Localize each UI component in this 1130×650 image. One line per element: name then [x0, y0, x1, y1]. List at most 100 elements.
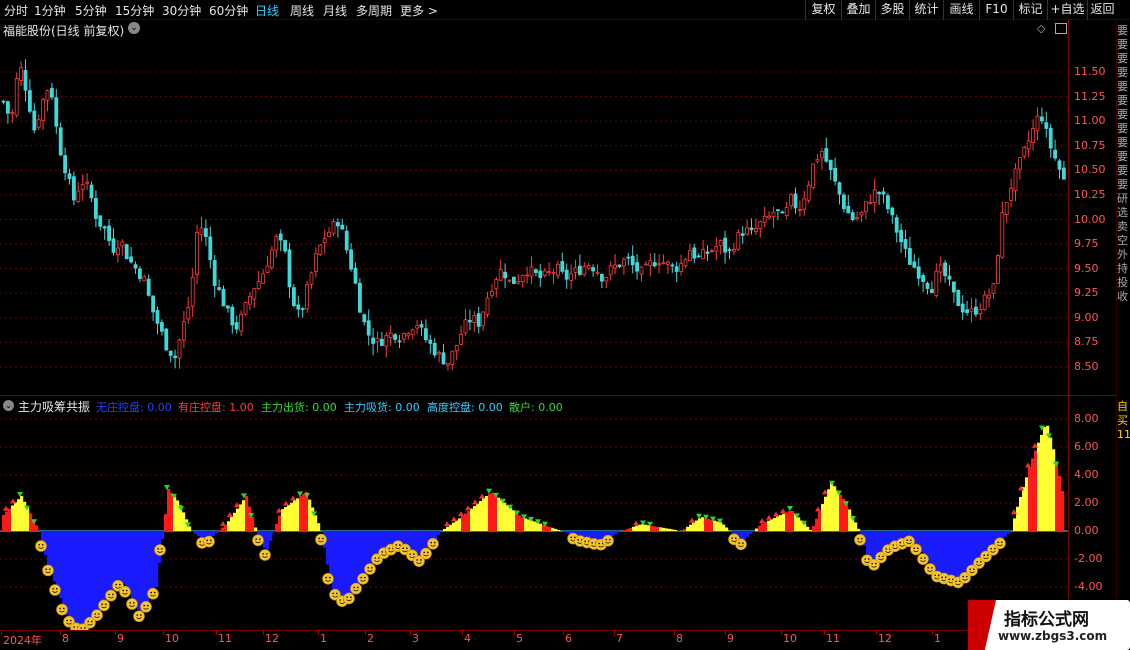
indicator-chart[interactable] [0, 412, 1068, 630]
price-tick-label: 9.75 [1074, 237, 1099, 251]
smiley-eye [318, 537, 321, 540]
control-bar [701, 517, 705, 531]
candle-body [1035, 115, 1040, 132]
period-tab-30min[interactable]: 30分钟 [162, 2, 201, 19]
smiley-eye [584, 540, 586, 543]
candle-body [322, 238, 327, 244]
control-bar [764, 522, 768, 531]
candle-body [173, 355, 178, 359]
absorb-bar [62, 531, 66, 607]
candle-body [1031, 128, 1035, 143]
back-button[interactable]: 返回 [1087, 0, 1117, 20]
candle-body [1018, 157, 1022, 170]
control-bar [545, 525, 549, 531]
smiley-eye [101, 603, 103, 605]
period-tab-multi[interactable]: 多周期 [356, 2, 392, 19]
smiley-eye [917, 547, 919, 549]
period-tab-monthly[interactable]: 月线 [323, 2, 347, 19]
control-bar [1025, 477, 1029, 531]
chevron-down-icon[interactable]: ⌄ [128, 22, 140, 34]
control-bar [17, 499, 21, 531]
candle-body [762, 215, 767, 223]
candle-body [758, 221, 763, 229]
candle-body [265, 265, 270, 273]
candle-body [111, 238, 116, 253]
control-bar [182, 512, 186, 531]
candle-body [335, 222, 340, 227]
control-bar [689, 524, 693, 531]
smiley-eye [962, 575, 964, 578]
period-tab-60min[interactable]: 60分钟 [209, 2, 248, 19]
candle-body [960, 303, 965, 313]
candle-body [428, 339, 433, 344]
date-tick-label: 10 [165, 632, 179, 645]
date-tick-label: 3 [412, 632, 419, 645]
period-tab-more[interactable]: 更多 > [400, 2, 438, 19]
candle-body [938, 264, 943, 273]
period-tab-weekly[interactable]: 周线 [290, 2, 314, 19]
period-tab-15min[interactable]: 15分钟 [115, 2, 154, 19]
candle-body [991, 283, 996, 294]
smiley-eye [157, 548, 159, 550]
date-tick-label: 11 [218, 632, 232, 645]
period-tab-1min[interactable]: 1分钟 [34, 2, 66, 19]
smiley-icon [126, 598, 138, 610]
candle-body [98, 215, 103, 227]
candle-body [573, 267, 578, 273]
control-bar [650, 525, 654, 531]
smiley-eye [350, 596, 352, 598]
control-bar [236, 508, 240, 531]
candle-body [534, 269, 538, 273]
control-bar [245, 496, 249, 531]
period-tab-daily[interactable]: 日线 [255, 2, 279, 19]
smiley-eye [70, 619, 72, 622]
control-bar [692, 522, 696, 531]
absorb-bar [266, 531, 270, 550]
diamond-icon[interactable]: ◇ [1037, 22, 1045, 35]
smiley-eye [402, 547, 405, 549]
smiley-icon [350, 582, 362, 595]
control-bar [782, 513, 786, 531]
date-tick-label: 5 [516, 632, 523, 645]
smiley-eye [927, 567, 929, 569]
multi-stock-button[interactable]: 多股 [875, 0, 909, 20]
period-tab-5min[interactable]: 5分钟 [75, 2, 107, 19]
control-bar [668, 528, 672, 531]
smiley-eye [861, 537, 863, 540]
adjust-button[interactable]: 复权 [805, 0, 841, 20]
side-info-panel[interactable]: 要要要要要要要要要要要要研选卖空外持投收 [1117, 24, 1130, 394]
candlestick-chart[interactable] [0, 38, 1068, 395]
candle-body [1057, 160, 1062, 170]
overlay-button[interactable]: 叠加 [841, 0, 875, 20]
control-bar [1022, 487, 1026, 531]
period-tab-intraday[interactable]: 分时 [4, 2, 28, 19]
chevron-down-icon[interactable]: ⌄ [3, 400, 14, 411]
control-bar [458, 518, 462, 531]
control-bar [230, 517, 234, 531]
smiley-eye [577, 539, 579, 541]
control-bar [833, 486, 837, 531]
candle-body [212, 260, 217, 286]
candle-body [1062, 167, 1066, 180]
candle-body [203, 228, 208, 237]
control-bar [1055, 461, 1059, 531]
absorb-bar [929, 531, 933, 565]
smiley-eye [98, 613, 100, 615]
candle-body [406, 333, 411, 337]
control-bar [677, 530, 681, 531]
date-tick-label: 10 [783, 632, 797, 645]
candle-body [247, 295, 252, 305]
date-tick [614, 630, 615, 635]
smiley-eye [409, 553, 412, 555]
draw-line-button[interactable]: 画线 [943, 0, 979, 20]
absorb-bar [344, 531, 348, 601]
smiley-eye [339, 599, 342, 601]
f10-button[interactable]: F10 [979, 0, 1013, 20]
statistics-button[interactable]: 统计 [909, 0, 943, 20]
mark-button[interactable]: 标记 [1013, 0, 1047, 20]
main-chart-title: 福能股份(日线 前复权) [3, 24, 125, 38]
maximize-icon[interactable] [1055, 23, 1067, 34]
add-watchlist-button[interactable]: +自选 [1047, 0, 1087, 20]
control-bar [773, 517, 777, 531]
side-indicator-panel[interactable]: 自买1111111 [1117, 400, 1130, 630]
